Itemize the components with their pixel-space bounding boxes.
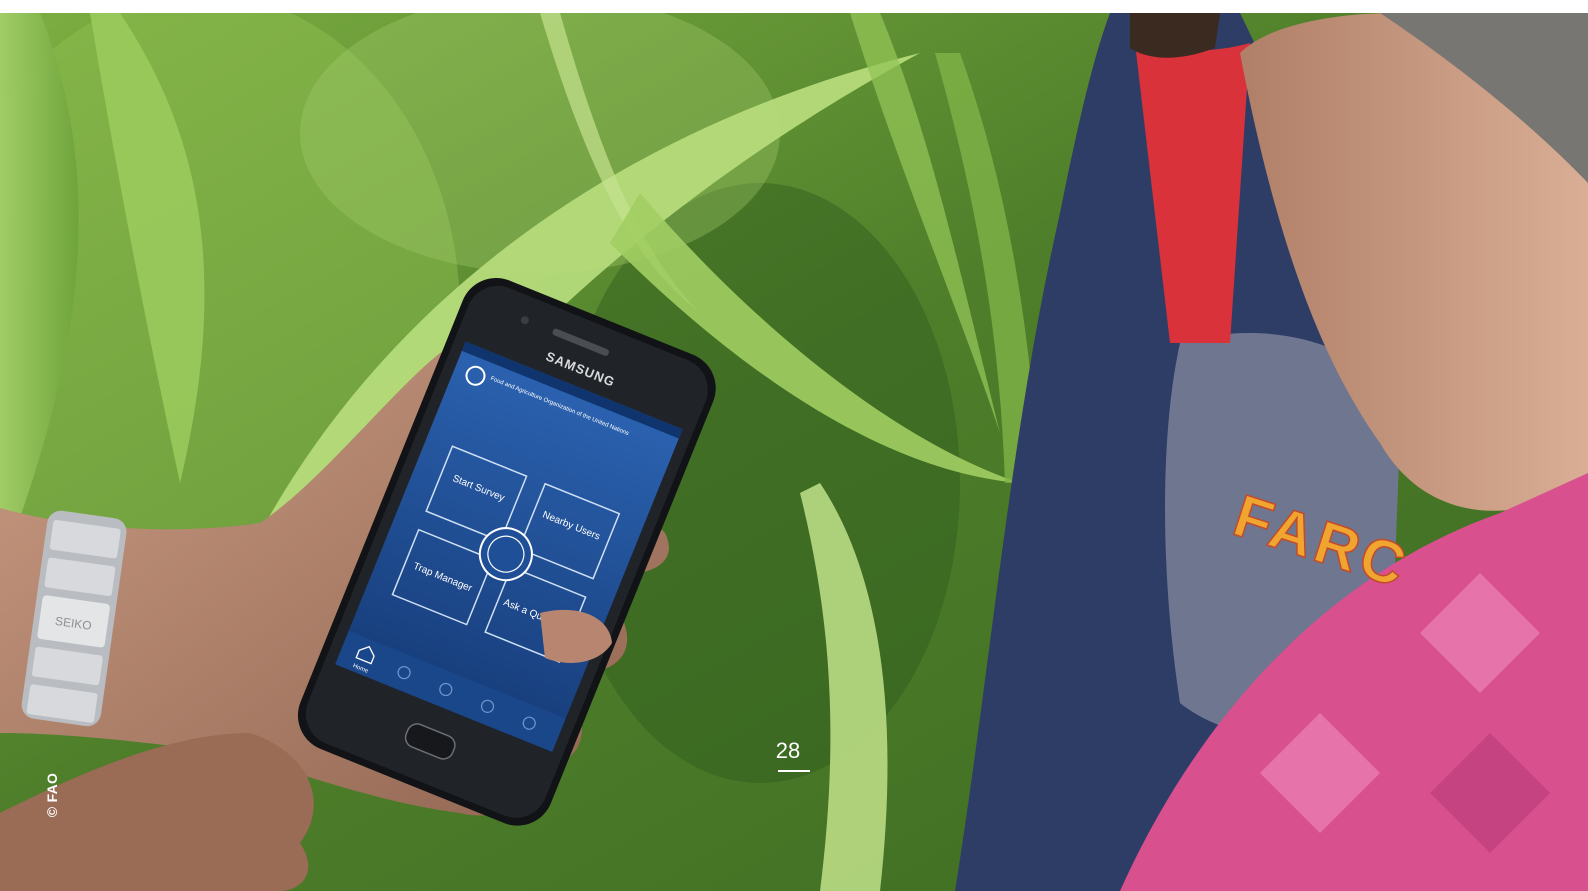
photo-credit: © FAO [41,760,63,830]
photo-page: SEIKO SAMSUNG Food and Agriculture Organ… [0,0,1588,891]
page-number-underline [778,770,810,772]
photo-credit-text: © FAO [44,772,60,818]
page-number: 28 [775,738,801,763]
